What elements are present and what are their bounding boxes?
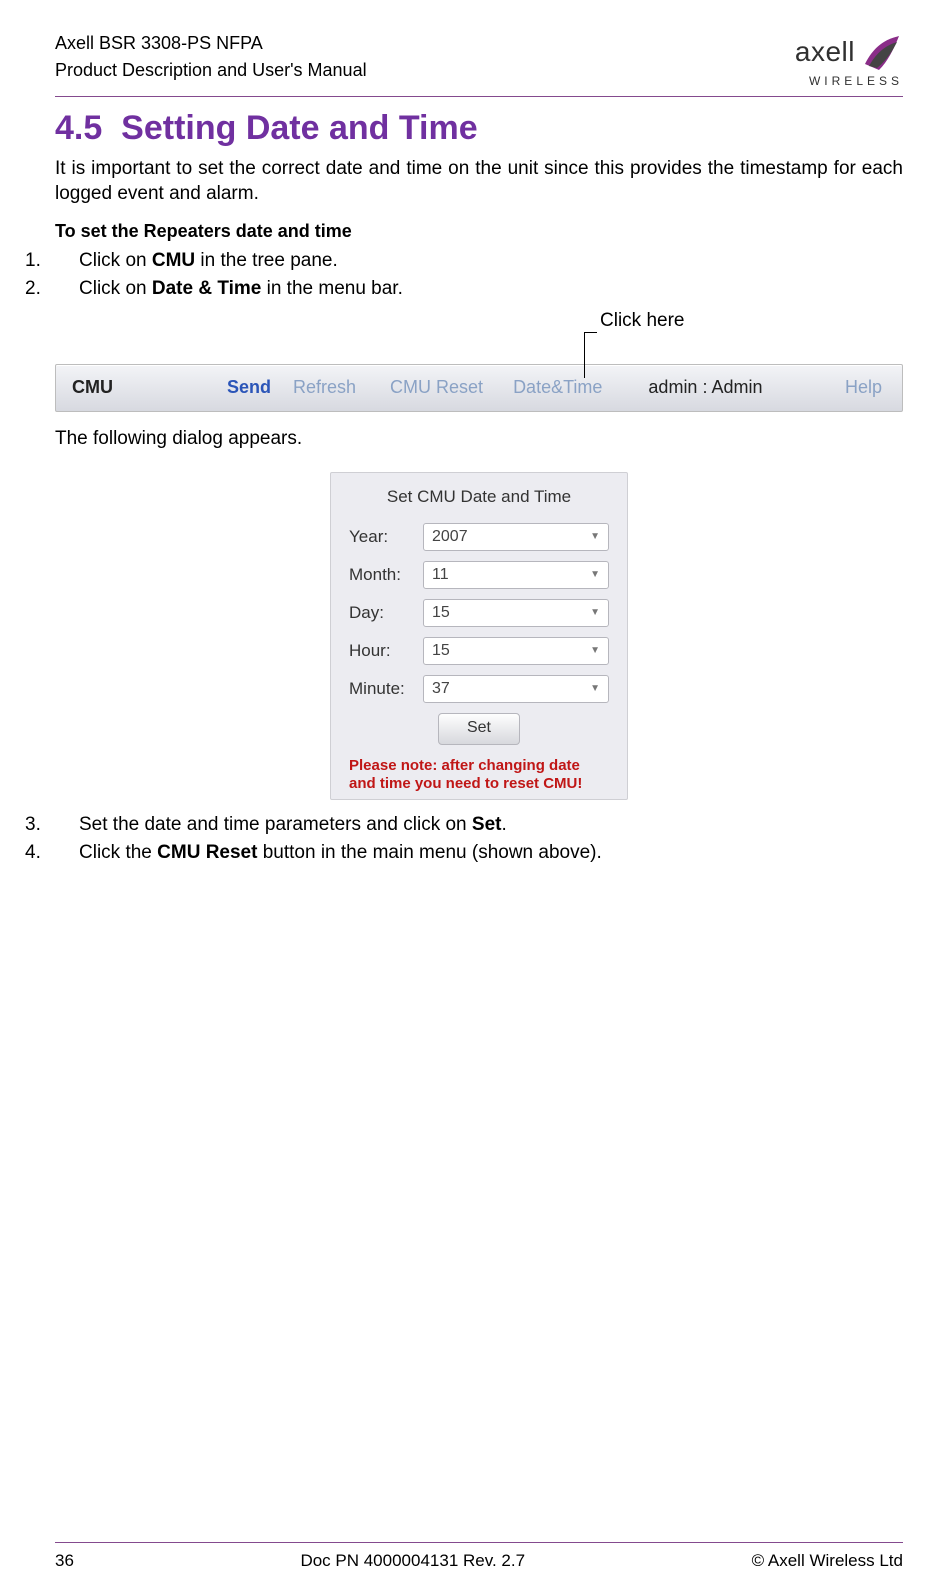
copyright: © Axell Wireless Ltd <box>752 1551 903 1571</box>
year-select[interactable]: 2007▼ <box>423 523 609 551</box>
intro-paragraph: It is important to set the correct date … <box>55 156 903 207</box>
doc-header-left: Axell BSR 3308-PS NFPA Product Descripti… <box>55 30 367 84</box>
page-number: 36 <box>55 1551 74 1571</box>
menubar-cmu-reset[interactable]: CMU Reset <box>390 377 483 398</box>
chevron-down-icon: ▼ <box>590 645 600 656</box>
callout: Click here <box>55 318 903 358</box>
step-4: 4.Click the CMU Reset button in the main… <box>55 842 903 864</box>
day-select[interactable]: 15▼ <box>423 599 609 627</box>
menubar-help[interactable]: Help <box>845 377 882 398</box>
step-2: 2.Click on Date & Time in the menu bar. <box>55 278 903 300</box>
brand-sub: WIRELESS <box>795 74 903 88</box>
step-3: 3.Set the date and time parameters and c… <box>55 814 903 836</box>
month-label: Month: <box>349 565 423 585</box>
following-text: The following dialog appears. <box>55 428 903 450</box>
datetime-keyword: Date & Time <box>152 278 261 299</box>
step-1: 1.Click on CMU in the tree pane. <box>55 250 903 272</box>
year-label: Year: <box>349 527 423 547</box>
brand-text: axell <box>795 36 855 68</box>
procedure-subhead: To set the Repeaters date and time <box>55 221 903 242</box>
hour-select[interactable]: 15▼ <box>423 637 609 665</box>
doc-type: Product Description and User's Manual <box>55 60 367 80</box>
section-number: 4.5 <box>55 109 102 147</box>
menubar-send[interactable]: Send <box>227 377 271 398</box>
menubar-refresh[interactable]: Refresh <box>293 377 356 398</box>
doc-header-right: axell WIRELESS <box>795 30 903 88</box>
menubar-admin: admin : Admin <box>648 377 762 398</box>
brand-logo: axell <box>795 30 903 74</box>
cmu-keyword: CMU <box>152 250 195 271</box>
chevron-down-icon: ▼ <box>590 683 600 694</box>
cmu-menubar: CMU Send Refresh CMU Reset Date&Time adm… <box>55 364 903 412</box>
product-name: Axell BSR 3308-PS NFPA <box>55 33 263 53</box>
section-heading: 4.5 Setting Date and Time <box>55 109 903 148</box>
brand-swoosh-icon <box>859 30 903 74</box>
callout-text: Click here <box>600 310 684 332</box>
dialog-title: Set CMU Date and Time <box>349 487 609 507</box>
chevron-down-icon: ▼ <box>590 531 600 542</box>
chevron-down-icon: ▼ <box>590 569 600 580</box>
header-rule <box>55 96 903 97</box>
set-keyword: Set <box>472 814 502 835</box>
minute-select[interactable]: 37▼ <box>423 675 609 703</box>
page-footer: 36 Doc PN 4000004131 Rev. 2.7 © Axell Wi… <box>55 1542 903 1571</box>
callout-line <box>584 332 586 378</box>
section-title: Setting Date and Time <box>121 109 477 147</box>
menubar-datetime[interactable]: Date&Time <box>513 377 602 398</box>
set-date-dialog: Set CMU Date and Time Year:2007▼ Month:1… <box>330 472 628 800</box>
day-label: Day: <box>349 603 423 623</box>
dialog-warning: Please note: after changing date and tim… <box>349 757 609 793</box>
set-button[interactable]: Set <box>438 713 520 745</box>
chevron-down-icon: ▼ <box>590 607 600 618</box>
month-select[interactable]: 11▼ <box>423 561 609 589</box>
cmu-reset-keyword: CMU Reset <box>157 842 257 863</box>
doc-id: Doc PN 4000004131 Rev. 2.7 <box>300 1551 525 1571</box>
hour-label: Hour: <box>349 641 423 661</box>
menubar-cmu: CMU <box>72 377 113 398</box>
minute-label: Minute: <box>349 679 423 699</box>
